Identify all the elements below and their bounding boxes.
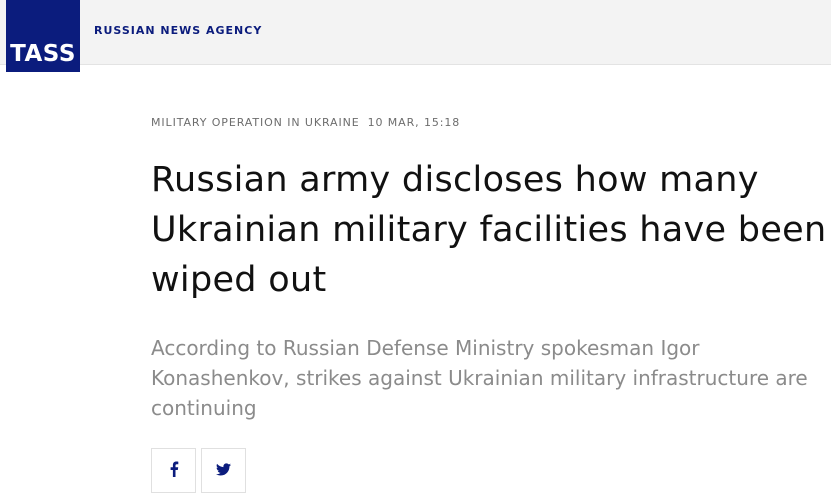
twitter-share-button[interactable] — [201, 448, 246, 493]
article-lead: According to Russian Defense Ministry sp… — [151, 336, 808, 420]
article-title: Russian army discloses how many Ukrainia… — [151, 160, 827, 300]
top-header: TASS RUSSIAN NEWS AGENCY — [0, 0, 831, 72]
article-timestamp: 10 MAR, 15:18 — [367, 116, 461, 129]
article-meta: MILITARY OPERATION IN UKRAINE 10 MAR, 15:… — [151, 116, 460, 129]
logo-text: TASS — [10, 41, 76, 67]
category-link[interactable]: MILITARY OPERATION IN UKRAINE — [151, 116, 360, 129]
agency-name[interactable]: RUSSIAN NEWS AGENCY — [94, 24, 262, 37]
share-buttons — [151, 448, 246, 493]
tass-logo[interactable]: TASS — [6, 0, 80, 72]
facebook-share-button[interactable] — [151, 448, 196, 493]
facebook-icon — [169, 461, 179, 481]
twitter-icon — [216, 461, 231, 480]
